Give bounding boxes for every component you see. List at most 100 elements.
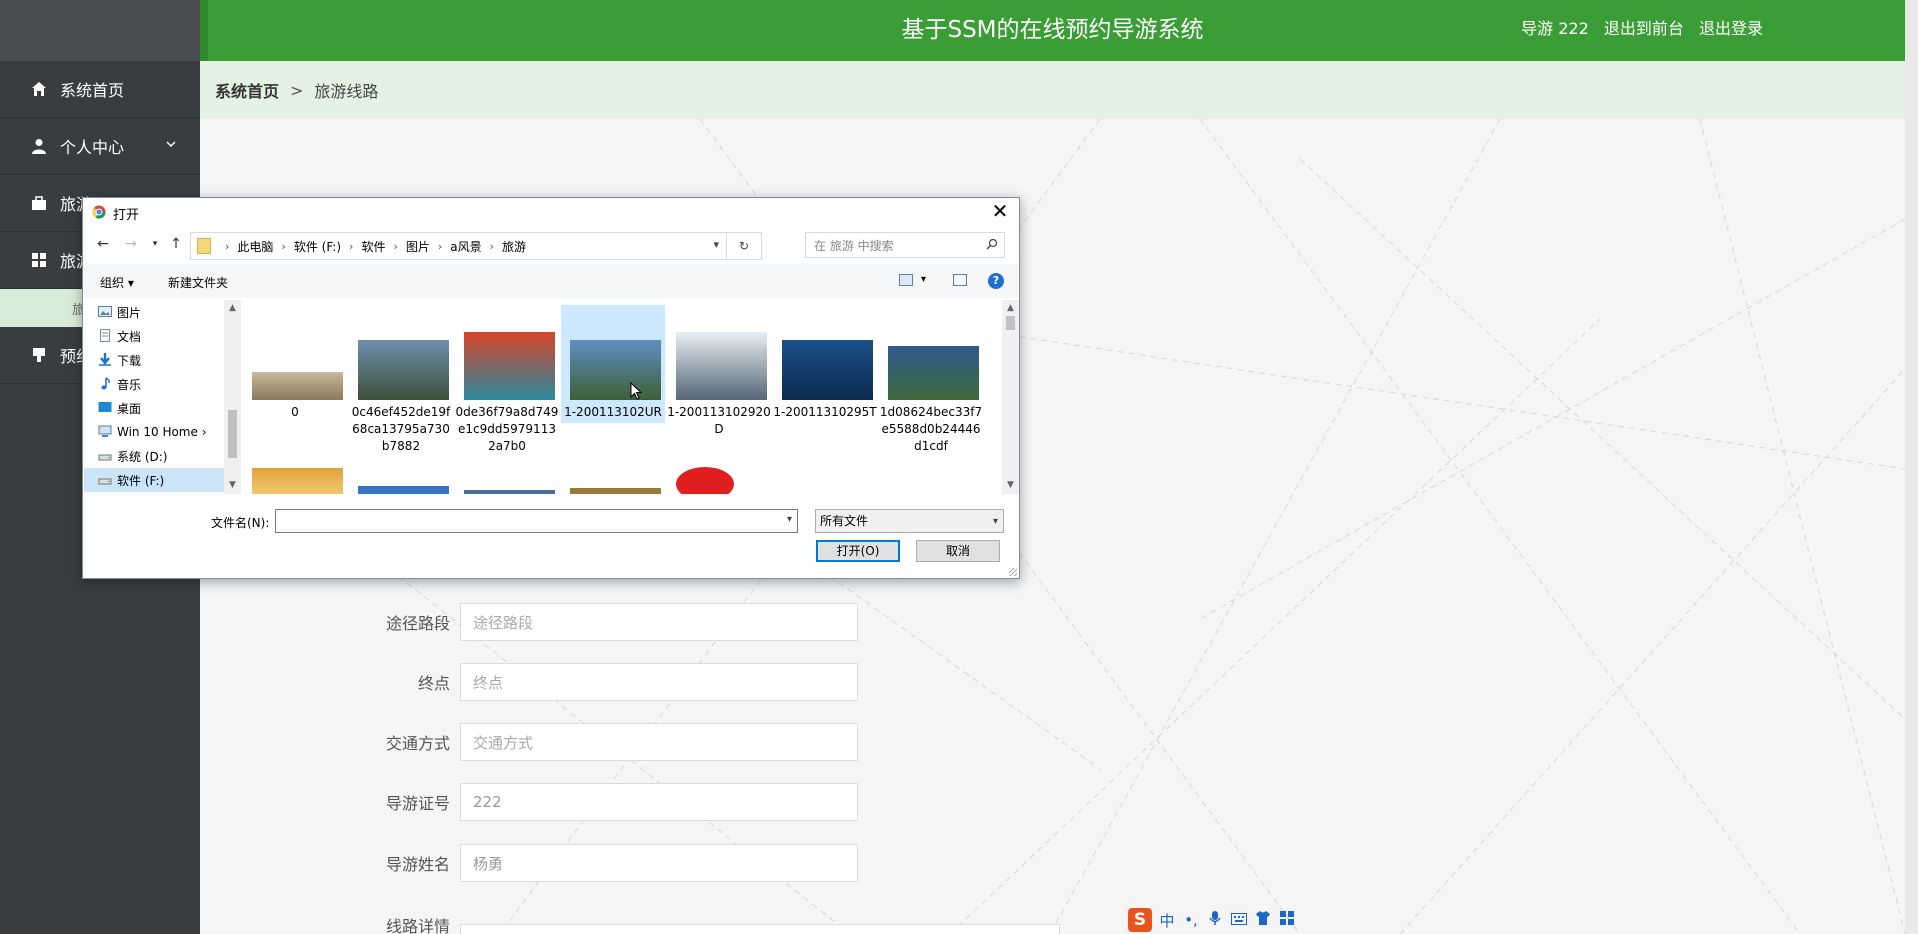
view-dropdown-icon[interactable]: ▾ [921, 274, 926, 285]
tree-item-downloads[interactable]: 下载 [84, 348, 224, 372]
sidebar-item-label: 个人中心 [60, 138, 125, 157]
scroll-up-icon[interactable]: ▲ [1002, 300, 1019, 317]
form-row-route: 途径路段 途径路段 [200, 602, 858, 642]
tree-item-desktop[interactable]: 桌面 [84, 396, 224, 420]
file-item[interactable]: 1-20011310295T [773, 300, 877, 465]
filename-input[interactable]: ▾ [275, 509, 798, 533]
path-segment[interactable]: 软件 [361, 238, 385, 255]
tree-item-music[interactable]: 音乐 [84, 372, 224, 396]
guide-id-input[interactable]: 222 [460, 783, 858, 821]
file-open-dialog: 打开 ✕ ← → ▾ ↑ › 此电脑 › 软件 (F:) › 软件 › 图片 ›… [82, 197, 1020, 579]
filename-dropdown-icon[interactable]: ▾ [787, 514, 792, 525]
file-item[interactable]: 0de36f79a8d749e1c9dd59791132a7b0 [455, 300, 559, 465]
breadcrumb-separator: > [290, 80, 304, 100]
keyboard-icon[interactable] [1230, 911, 1248, 929]
tree-item-pictures[interactable]: 图片 [84, 300, 224, 324]
sidebar-item-home[interactable]: 系统首页 [0, 61, 200, 118]
breadcrumb-home[interactable]: 系统首页 [215, 78, 279, 102]
tree-item-documents[interactable]: 文档 [84, 324, 224, 348]
sogou-logo-icon[interactable]: S [1128, 908, 1152, 932]
path-segment[interactable]: 此电脑 [237, 238, 273, 255]
tree-item-drive-d[interactable]: 系统 (D:) [84, 444, 224, 468]
new-folder-button[interactable]: 新建文件夹 [168, 274, 228, 291]
file-item[interactable]: 1d08624bec33f7e5588d0b24446d1cdf [879, 300, 983, 465]
transport-label: 交通方式 [385, 734, 450, 753]
file-thumbnail-partial[interactable] [358, 486, 449, 494]
ime-mode-toggle[interactable]: 中 [1158, 910, 1176, 931]
path-segment[interactable]: a风景 [450, 238, 481, 255]
forward-arrow-icon[interactable]: → [121, 234, 141, 254]
refresh-icon[interactable]: ↻ [726, 233, 761, 259]
up-arrow-icon[interactable]: ↑ [166, 234, 186, 254]
guide-name-input[interactable]: 杨勇 [460, 844, 858, 882]
tree-item-drive-f[interactable]: 软件 (F:) [84, 468, 224, 492]
file-thumbnail-partial[interactable] [570, 488, 661, 494]
chevron-right-icon: › [393, 239, 398, 253]
scrollbar-thumb[interactable] [1006, 316, 1015, 330]
back-arrow-icon[interactable]: ← [93, 234, 113, 254]
file-thumbnail-partial[interactable] [252, 468, 343, 494]
tree-item-label: 桌面 [117, 401, 142, 416]
sidebar-item-profile[interactable]: 个人中心 [0, 118, 200, 175]
file-thumbnail-partial[interactable] [464, 490, 555, 494]
route-details-editor[interactable] [460, 924, 1060, 934]
organize-button[interactable]: 组织 ▾ [100, 274, 134, 291]
window-scrollbar[interactable] [1905, 0, 1918, 934]
destination-label: 终点 [417, 674, 450, 693]
punctuation-icon[interactable]: •, [1182, 911, 1200, 929]
file-name: 1-200113102UR [564, 405, 662, 419]
file-item[interactable]: 0c46ef452de19f68ca13795a730b7882 [349, 300, 453, 465]
route-details-label: 线路详情 [385, 917, 450, 934]
recent-dropdown-icon[interactable]: ▾ [145, 234, 165, 254]
scrollbar-thumb[interactable] [228, 410, 237, 458]
tree-scrollbar[interactable]: ▲ ▼ [224, 300, 241, 494]
destination-input[interactable]: 终点 [460, 663, 858, 701]
file-name: 0de36f79a8d749e1c9dd59791132a7b0 [455, 405, 559, 453]
file-item[interactable]: 0 [243, 300, 347, 465]
dialog-toolbar: 组织 ▾ 新建文件夹 ▾ ? [83, 264, 1019, 298]
form-row-destination: 终点 终点 [200, 662, 858, 702]
drive-icon [98, 473, 112, 486]
address-bar[interactable]: › 此电脑 › 软件 (F:) › 软件 › 图片 › a风景 › 旅游 ▾ ↻ [190, 232, 762, 260]
file-thumbnail-partial[interactable] [673, 464, 737, 494]
path-segment[interactable]: 旅游 [502, 238, 526, 255]
file-thumbnail [570, 340, 661, 400]
path-segment[interactable]: 软件 (F:) [294, 238, 341, 255]
scroll-down-icon[interactable]: ▼ [1002, 477, 1019, 494]
cancel-button[interactable]: 取消 [916, 540, 1000, 562]
home-icon [30, 80, 48, 98]
route-input[interactable]: 途径路段 [460, 603, 858, 641]
breadcrumb: 系统首页 > 旅游线路 [200, 61, 1905, 119]
skin-shirt-icon[interactable] [1254, 911, 1272, 929]
microphone-icon[interactable] [1206, 910, 1224, 930]
scroll-down-icon[interactable]: ▼ [224, 477, 241, 494]
mouse-cursor-icon [630, 382, 642, 400]
toolbox-grid-icon[interactable] [1278, 911, 1296, 929]
transport-input[interactable]: 交通方式 [460, 723, 858, 761]
view-mode-icon[interactable] [899, 274, 913, 286]
help-icon[interactable]: ? [988, 273, 1004, 289]
path-segment[interactable]: 图片 [406, 238, 430, 255]
chevron-right-icon: › [489, 239, 495, 253]
front-link[interactable]: 退出到前台 [1604, 19, 1684, 38]
preview-pane-icon[interactable] [953, 274, 967, 286]
close-icon[interactable]: ✕ [989, 200, 1011, 222]
search-input[interactable]: 在 旅游 中搜索 [805, 232, 1005, 258]
filetype-select[interactable]: 所有文件 ▾ [815, 509, 1004, 533]
file-item[interactable]: 1-200113102920D [667, 300, 771, 465]
file-grid-scrollbar[interactable]: ▲ ▼ [1002, 300, 1019, 494]
file-item-selected[interactable]: 1-200113102UR [561, 305, 665, 423]
grid-icon [30, 251, 48, 269]
address-dropdown-icon[interactable]: ▾ [713, 238, 719, 251]
tree-item-label: 系统 (D:) [117, 449, 168, 464]
logout-link[interactable]: 退出登录 [1699, 19, 1763, 38]
tree-item-pc[interactable]: Win 10 Home › [84, 420, 224, 444]
computer-icon [98, 425, 112, 438]
resize-grip-icon[interactable] [1009, 568, 1017, 576]
open-button[interactable]: 打开(O) [816, 540, 900, 562]
form-row-transport: 交通方式 交通方式 [200, 722, 858, 762]
scroll-up-icon[interactable]: ▲ [224, 300, 241, 317]
search-icon [986, 238, 998, 253]
form-row-guide-id: 导游证号 222 [200, 782, 858, 822]
dialog-titlebar[interactable]: 打开 ✕ [83, 198, 1019, 226]
